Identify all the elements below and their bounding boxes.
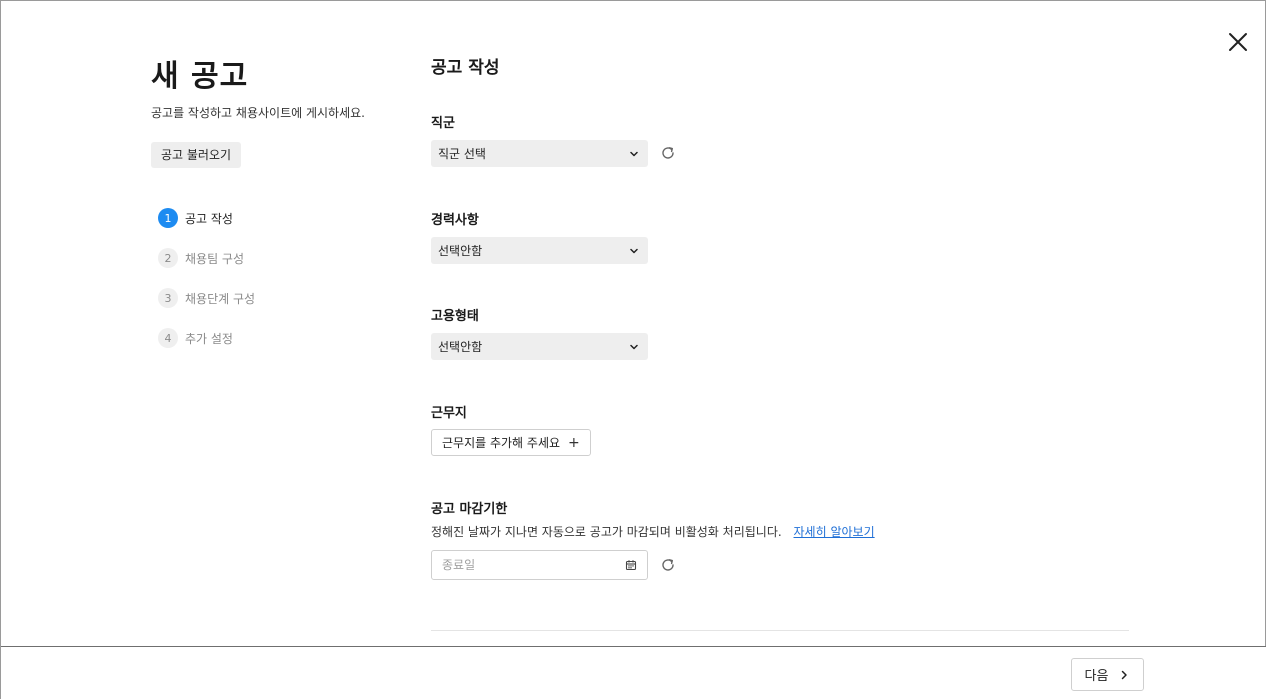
next-button-label: 다음 <box>1084 669 1109 684</box>
deadline-description: 정해진 날짜가 지나면 자동으로 공고가 마감되며 비활성화 처리됩니다. 자세… <box>431 523 875 540</box>
step-label: 채용단계 구성 <box>185 291 256 306</box>
step-label: 채용팀 구성 <box>185 251 245 266</box>
load-posting-button[interactable]: 공고 불러오기 <box>151 142 242 168</box>
experience-value: 선택안함 <box>438 244 483 258</box>
step-label: 추가 설정 <box>185 331 233 346</box>
close-icon[interactable] <box>1225 29 1251 55</box>
experience-select[interactable]: 선택안함 <box>431 237 648 264</box>
job-group-label: 직군 <box>431 116 455 131</box>
step-label: 공고 작성 <box>185 211 233 226</box>
plus-icon: + <box>568 434 580 451</box>
page-description: 공고를 작성하고 채용사이트에 게시하세요. <box>151 106 365 120</box>
learn-more-link[interactable]: 자세히 알아보기 <box>794 525 875 539</box>
job-group-select[interactable]: 직군 선택 <box>431 140 648 167</box>
employment-type-select[interactable]: 선택안함 <box>431 333 648 360</box>
step-item-extra[interactable]: 4 추가 설정 <box>158 327 255 349</box>
location-label: 근무지 <box>431 406 467 421</box>
footer-bar: 다음 <box>1 646 1266 699</box>
refresh-icon[interactable] <box>660 145 676 161</box>
step-number: 2 <box>158 248 178 268</box>
step-number: 1 <box>158 208 178 228</box>
chevron-right-icon <box>1122 670 1128 679</box>
end-date-input[interactable] <box>442 558 612 572</box>
modal-frame: 새 공고 공고를 작성하고 채용사이트에 게시하세요. 공고 불러오기 1 공고… <box>0 0 1266 699</box>
end-date-field[interactable] <box>431 550 648 580</box>
step-item-stages[interactable]: 3 채용단계 구성 <box>158 287 255 309</box>
chevron-down-icon <box>630 151 638 156</box>
add-location-label: 근무지를 추가해 주세요 <box>442 436 561 450</box>
section-divider <box>431 630 1129 631</box>
refresh-icon[interactable] <box>660 557 676 573</box>
step-item-write[interactable]: 1 공고 작성 <box>158 207 255 229</box>
deadline-label: 공고 마감기한 <box>431 502 508 517</box>
step-list: 1 공고 작성 2 채용팀 구성 3 채용단계 구성 4 추가 설정 <box>158 207 255 367</box>
deadline-description-text: 정해진 날짜가 지나면 자동으로 공고가 마감되며 비활성화 처리됩니다. <box>431 525 782 539</box>
next-button[interactable]: 다음 <box>1071 658 1144 691</box>
step-number: 3 <box>158 288 178 308</box>
employment-type-value: 선택안함 <box>438 340 483 354</box>
page-title: 새 공고 <box>151 59 249 94</box>
add-location-button[interactable]: 근무지를 추가해 주세요 + <box>431 429 591 456</box>
chevron-down-icon <box>630 344 638 349</box>
form-title: 공고 작성 <box>431 58 500 78</box>
step-number: 4 <box>158 328 178 348</box>
step-item-team[interactable]: 2 채용팀 구성 <box>158 247 255 269</box>
job-group-value: 직군 선택 <box>438 147 486 161</box>
chevron-down-icon <box>630 248 638 253</box>
employment-type-label: 고용형태 <box>431 309 479 324</box>
experience-label: 경력사항 <box>431 213 479 228</box>
calendar-icon[interactable] <box>625 559 637 571</box>
